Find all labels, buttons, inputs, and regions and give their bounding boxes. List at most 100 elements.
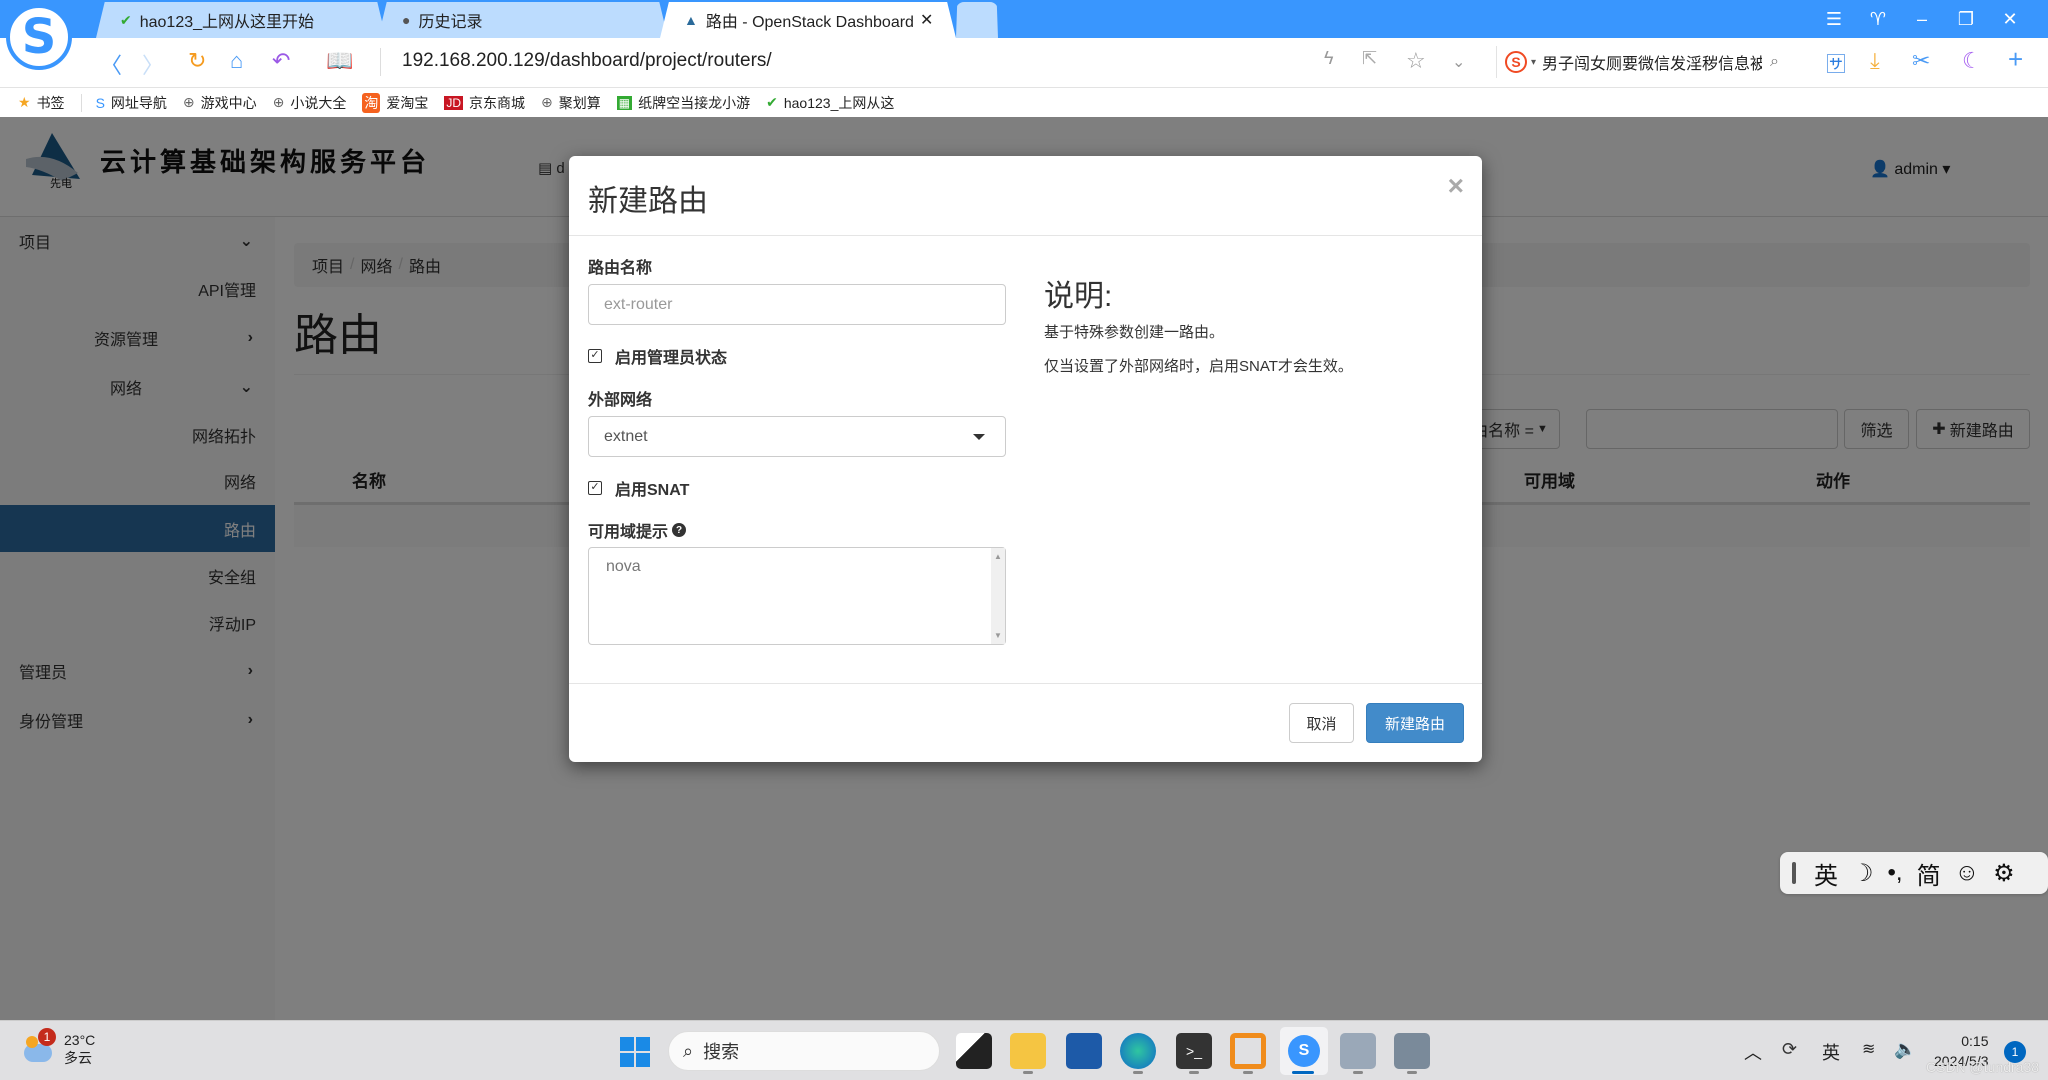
az-option[interactable]: nova	[606, 558, 641, 575]
ssh-tool-icon[interactable]	[1340, 1033, 1376, 1069]
scissors-icon[interactable]: ✂	[1912, 48, 1930, 74]
bookmark-label: 游戏中心	[200, 94, 257, 111]
submit-create-router-button[interactable]: 新建路由	[1366, 703, 1464, 743]
globe-icon: ⊕	[182, 94, 195, 110]
jd-icon: JD	[444, 95, 464, 110]
skin-icon[interactable]: ♈	[1856, 9, 1900, 30]
tab-label: 历史记录	[418, 14, 483, 31]
punctuation-icon[interactable]: •,	[1888, 859, 1903, 887]
windows-start-icon[interactable]	[620, 1037, 650, 1067]
external-network-select[interactable]: extnet	[588, 416, 1006, 457]
bookmark-item[interactable]: JD 京东商城	[444, 93, 525, 113]
bookmark-item[interactable]: S 网址导航	[96, 93, 167, 113]
search-icon: ⌕	[683, 1040, 694, 1061]
search-input[interactable]: S ▾ 男子闯女厕要微信发淫秽信息被拒 ⌕	[1496, 46, 1786, 78]
bookmark-item[interactable]: ⊕ 聚划算	[541, 93, 601, 113]
az-hint-listbox[interactable]: nova ▲ ▼	[588, 547, 1006, 645]
close-icon[interactable]: ×	[1448, 170, 1464, 202]
lightning-icon[interactable]: ϟ	[1324, 48, 1334, 69]
volume-icon[interactable]: 🔈	[1894, 1039, 1916, 1060]
url-input[interactable]: 192.168.200.129/dashboard/project/router…	[402, 50, 772, 72]
input-language[interactable]: 英	[1822, 1039, 1840, 1065]
divider	[569, 235, 1482, 236]
tab-hao123[interactable]: ✔ hao123_上网从这里开始	[96, 2, 386, 38]
wifi-icon[interactable]: ≋	[1862, 1039, 1875, 1059]
bookmark-label: 爱淘宝	[386, 94, 429, 111]
weather-widget[interactable]: 1 23°C 多云	[22, 1028, 95, 1067]
emoji-icon[interactable]: ☺	[1955, 859, 1980, 887]
share-icon[interactable]: ⇱	[1362, 48, 1377, 69]
tab-history[interactable]: ● 历史记录	[378, 2, 668, 38]
translate-icon[interactable]: 🈂	[1826, 48, 1846, 77]
caret-down-icon	[973, 434, 985, 440]
bookmark-item[interactable]: ✔ hao123_上网从这	[766, 93, 894, 113]
sync-icon[interactable]: ⟳	[1782, 1039, 1797, 1060]
sogou-browser-taskbar-icon[interactable]: S	[1280, 1027, 1328, 1075]
tab-openstack[interactable]: ▲ 路由 - OpenStack Dashboard ✕	[660, 2, 956, 38]
time: 0:15	[1961, 1033, 1989, 1049]
running-indicator	[1023, 1071, 1033, 1074]
snat-checkbox[interactable]: ✓ 启用SNAT	[588, 476, 689, 500]
bookmark-label: 京东商城	[469, 94, 526, 111]
menu-icon[interactable]: ☰	[1812, 9, 1856, 30]
openstack-icon: ▲	[684, 12, 698, 28]
bookmark-item[interactable]: ▦ 纸牌空当接龙小游	[616, 93, 750, 113]
bookmark-star[interactable]: ★ 书签	[18, 93, 65, 113]
gear-icon[interactable]: ⚙	[1993, 859, 2015, 888]
bookmark-label: 书签	[36, 94, 65, 111]
sogou-browser-logo[interactable]: S	[6, 4, 72, 70]
bookmark-label: hao123_上网从这	[783, 94, 895, 111]
help-icon[interactable]: ?	[672, 523, 687, 537]
drag-handle[interactable]	[1792, 862, 1796, 884]
weather-badge: 1	[38, 1028, 56, 1046]
show-hidden-icons[interactable]: ︿	[1744, 1039, 1762, 1065]
file-explorer-icon[interactable]	[1010, 1033, 1046, 1069]
search-text: 男子闯女厕要微信发淫秽信息被拒	[1542, 56, 1763, 73]
scroll-up-icon[interactable]: ▲	[994, 552, 1002, 561]
night-mode-icon[interactable]: ☾	[1962, 48, 1982, 74]
external-network-label: 外部网络	[588, 392, 653, 409]
sogou-search-icon: S	[1505, 51, 1527, 73]
bookmark-item[interactable]: ⊕ 游戏中心	[183, 93, 257, 113]
edge-icon[interactable]	[1120, 1033, 1156, 1069]
terminal-icon[interactable]: >_	[1176, 1033, 1212, 1069]
az-hint-label: 可用域提示?	[588, 518, 687, 542]
forward-icon[interactable]: 〉	[142, 48, 164, 80]
chevron-down-icon[interactable]: ⌄	[1452, 52, 1465, 72]
plus-icon[interactable]: +	[2008, 44, 2023, 75]
ime-language-toggle[interactable]: 英	[1814, 856, 1838, 891]
ime-simplified-toggle[interactable]: 简	[1917, 856, 1941, 891]
search-icon[interactable]: ⌕	[1770, 53, 1779, 71]
refresh-icon[interactable]: ↻	[188, 48, 206, 74]
scrollbar[interactable]: ▲ ▼	[991, 548, 1005, 644]
back-icon[interactable]: 〈	[100, 48, 122, 80]
router-name-input[interactable]: ext-router	[588, 284, 1006, 325]
tab-close-icon[interactable]: ✕	[920, 10, 933, 30]
vmware-icon[interactable]	[1230, 1033, 1266, 1069]
sftp-tool-icon[interactable]	[1394, 1033, 1430, 1069]
cancel-button[interactable]: 取消	[1289, 703, 1354, 743]
star-icon[interactable]: ☆	[1406, 48, 1426, 74]
moon-icon[interactable]: ☽	[1852, 859, 1874, 888]
download-icon[interactable]: ⤓	[1870, 48, 1880, 74]
task-view-icon[interactable]	[956, 1033, 992, 1069]
close-icon[interactable]: ✕	[1988, 9, 2032, 30]
watermark: CSDN @tundra38	[1926, 1059, 2040, 1075]
admin-state-checkbox[interactable]: ✓ 启用管理员状态	[588, 344, 727, 368]
address-bar: 〈 〉 ↻ ⌂ ↶ 📖 192.168.200.129/dashboard/pr…	[0, 38, 2048, 88]
undo-close-icon[interactable]: ↶	[272, 48, 290, 74]
restore-icon[interactable]: ❐	[1944, 9, 1988, 30]
taskbar: 1 23°C 多云 ⌕ 搜索 >_ S ︿ ⟳ 英 ≋ 🔈 0:15 2024/5/3…	[0, 1020, 2048, 1080]
bookmark-item[interactable]: 淘爱淘宝	[362, 92, 429, 113]
new-tab-button[interactable]	[956, 2, 998, 38]
hao123-icon: ✔	[120, 11, 132, 28]
reading-mode-icon[interactable]: 📖	[326, 48, 353, 74]
scroll-down-icon[interactable]: ▼	[994, 631, 1002, 640]
taskbar-search[interactable]: ⌕ 搜索	[668, 1031, 940, 1071]
description-text: 仅当设置了外部网络时，启用SNAT才会生效。	[1044, 358, 1353, 375]
minimize-icon[interactable]: –	[1900, 9, 1944, 30]
bookmark-item[interactable]: ⊕ 小说大全	[273, 93, 347, 113]
checkbox-checked-icon: ✓	[588, 481, 602, 495]
store-icon[interactable]	[1066, 1033, 1102, 1069]
home-icon[interactable]: ⌂	[230, 48, 243, 74]
